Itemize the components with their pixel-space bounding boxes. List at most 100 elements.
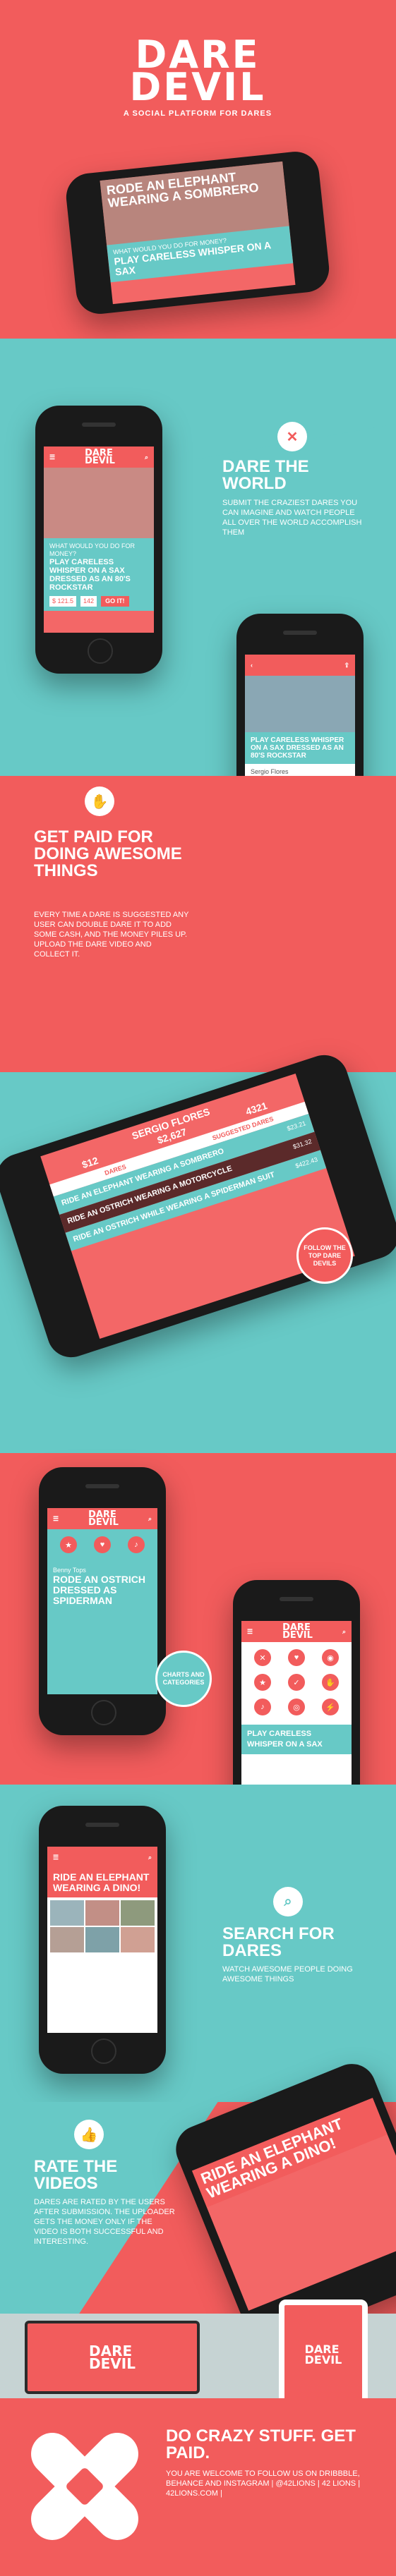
tagline: A SOCIAL PLATFORM FOR DARES	[123, 109, 272, 118]
phone-d-dare: PLAY CARELESS WHISPER ON A SAX	[247, 1730, 323, 1749]
bandage-logo	[21, 2405, 148, 2568]
stat-1: $12	[80, 1154, 100, 1171]
speaker	[280, 1597, 313, 1601]
phone-a: ☰ DARE DEVIL ⌕ WHAT WOULD YOU DO FOR MONE…	[35, 406, 162, 674]
go-it-button[interactable]: GO IT!	[101, 596, 129, 607]
category-item[interactable]: ♪	[248, 1699, 277, 1718]
search-icon[interactable]: ⌕	[145, 454, 148, 461]
category-grid: ✕ ♥ ◉ ★ ✓ ✋ ♪ ◎ ⚡	[241, 1642, 352, 1725]
category-item[interactable]: ✋	[316, 1674, 344, 1693]
heart-icon: ♥	[288, 1649, 305, 1666]
phone-a-dare: PLAY CARELESS WHISPER ON A SAX DRESSED A…	[49, 558, 131, 592]
charts-badge: CHARTS AND CATEGORIES	[155, 1651, 212, 1707]
phone-e-dare: RIDE AN ELEPHANT WEARING A DINO!	[53, 1871, 150, 1893]
category-item[interactable]: ⚡	[316, 1699, 344, 1718]
feature-paid-title: GET PAID FOR DOING AWESOME THINGS	[34, 827, 182, 880]
phone-c-logo: DARE DEVIL	[88, 1509, 119, 1528]
category-item[interactable]: ♪	[122, 1536, 150, 1555]
presentation-page: DARE DEVIL A SOCIAL PLATFORM FOR DARES R…	[0, 0, 396, 2576]
tilt-dare: RIDE AN ELEPHANT WEARING A DINO!	[198, 2114, 345, 2202]
category-item[interactable]: ◉	[316, 1649, 344, 1668]
category-grid: ★ ♥ ♪	[47, 1529, 157, 1562]
phone-c-feature[interactable]: Benny Tops RODE AN OSTRICH DRESSED AS SP…	[47, 1562, 157, 1610]
globe-icon: ◎	[288, 1699, 305, 1715]
home-button	[91, 2039, 116, 2064]
closing-body: YOU ARE WELCOME TO FOLLOW US ON DRIBBBLE…	[166, 2469, 361, 2498]
category-item[interactable]: ◎	[282, 1699, 311, 1718]
phone-c-screen: ☰ DARE DEVIL ⌕ ★ ♥ ♪ Benny Tops RODE AN O…	[47, 1508, 157, 1694]
row-amount: $23.21	[286, 1119, 307, 1133]
video-thumb[interactable]	[85, 1927, 119, 1952]
video-thumb[interactable]	[85, 1900, 119, 1926]
phone-a-dare-card[interactable]: WHAT WOULD YOU DO FOR MONEY? PLAY CARELE…	[44, 538, 154, 611]
phone-d-dare-card[interactable]: PLAY CARELESS WHISPER ON A SAX	[241, 1725, 352, 1754]
category-item[interactable]: ✕	[248, 1649, 277, 1668]
category-item[interactable]: ★	[248, 1674, 277, 1693]
hand-icon: ✋	[85, 786, 114, 816]
phone-c: ☰ DARE DEVIL ⌕ ★ ♥ ♪ Benny Tops RODE AN O…	[39, 1467, 166, 1735]
phone-b-dare-card: PLAY CARELESS WHISPER ON A SAX DRESSED A…	[245, 732, 355, 764]
tablet-logo: DARE DEVIL	[304, 2343, 342, 2367]
phone-e: ☰ ⌕ RIDE AN ELEPHANT WEARING A DINO!	[39, 1806, 166, 2074]
star-icon: ★	[254, 1674, 271, 1691]
music-icon: ♪	[128, 1536, 145, 1553]
category-item[interactable]: ✓	[282, 1674, 311, 1693]
follow-badge: FOLLOW THE TOP DARE DEVILS	[296, 1227, 353, 1284]
search-icon[interactable]: ⌕	[148, 1515, 152, 1523]
closing-title: DO CRAZY STUFF. GET PAID.	[166, 2426, 356, 2462]
menu-icon[interactable]: ☰	[53, 1854, 59, 1861]
search-icon[interactable]: ⌕	[148, 1854, 152, 1861]
logo-line-2: DEVIL	[129, 65, 266, 109]
user-name: Sergio Flores	[251, 768, 289, 775]
hero-phone: RODE AN ELEPHANT WEARING A SOMBRERO WHAT…	[64, 149, 332, 317]
phone-a-amount: $ 121.5	[49, 596, 77, 607]
phone-a-logo: DARE DEVIL	[85, 448, 115, 466]
phone-a-video[interactable]	[44, 468, 154, 538]
row-amount: $31.32	[292, 1137, 313, 1150]
phone-d-topbar: ☰ DARE DEVIL ⌕	[241, 1621, 352, 1642]
back-icon[interactable]: ‹	[251, 662, 253, 669]
hand-icon: ✋	[322, 1674, 339, 1691]
phone-b-video[interactable]	[245, 676, 355, 732]
video-grid	[47, 1897, 157, 1955]
category-item[interactable]: ♥	[282, 1649, 311, 1668]
share-icon[interactable]: ⇪	[344, 662, 349, 669]
menu-icon[interactable]: ☰	[247, 1628, 253, 1636]
feature-dare-title: DARE THE WORLD	[222, 457, 309, 493]
phone-e-feature[interactable]: RIDE AN ELEPHANT WEARING A DINO!	[47, 1868, 157, 1897]
brand-logo: DARE DEVIL A SOCIAL PLATFORM FOR DARES	[99, 36, 296, 119]
star-icon: ★	[60, 1536, 77, 1553]
feature-search-title: SEARCH FOR DARES	[222, 1924, 335, 1960]
video-thumb[interactable]	[121, 1900, 155, 1926]
menu-icon[interactable]: ☰	[53, 1515, 59, 1523]
feature-search-body: WATCH AWESOME PEOPLE DOING AWESOME THING…	[222, 1965, 353, 1983]
phone-c-dare: RODE AN OSTRICH DRESSED AS SPIDERMAN	[53, 1574, 145, 1606]
tablet-mockup: DARE DEVIL	[279, 2299, 368, 2410]
tilt-feature[interactable]: RIDE AN ELEPHANT WEARING A DINO!	[191, 2098, 388, 2208]
phone-a-screen: ☰ DARE DEVIL ⌕ WHAT WOULD YOU DO FOR MONE…	[44, 446, 154, 633]
home-button	[91, 1700, 116, 1725]
phone-d-screen: ☰ DARE DEVIL ⌕ ✕ ♥ ◉ ★ ✓ ✋ ♪ ◎ ⚡ PLAY CAR…	[241, 1621, 352, 1807]
phone-b-dare: PLAY CARELESS WHISPER ON A SAX DRESSED A…	[251, 736, 344, 760]
laptop-mockup: DARE DEVIL	[25, 2321, 200, 2394]
category-item[interactable]: ★	[54, 1536, 83, 1555]
phone-a-topbar: ☰ DARE DEVIL ⌕	[44, 446, 154, 468]
speaker	[283, 631, 317, 635]
feature-dare-body: SUBMIT THE CRAZIEST DARES YOU CAN IMAGIN…	[222, 499, 362, 537]
search-icon[interactable]: ⌕	[342, 1628, 346, 1636]
speaker	[85, 1823, 119, 1827]
lips-icon: ◉	[322, 1649, 339, 1666]
phone-c-topbar: ☰ DARE DEVIL ⌕	[47, 1508, 157, 1529]
cross-icon: ✕	[254, 1649, 271, 1666]
video-thumb[interactable]	[50, 1900, 84, 1926]
phone-a-prompt: WHAT WOULD YOU DO FOR MONEY?	[49, 542, 136, 557]
video-thumb[interactable]	[121, 1927, 155, 1952]
menu-icon[interactable]: ☰	[49, 454, 55, 461]
phone-b-topbar: ‹ ⇪	[245, 655, 355, 676]
category-item[interactable]: ♥	[88, 1536, 116, 1555]
feature-paid-body: EVERY TIME A DARE IS SUGGESTED ANY USER …	[34, 911, 189, 959]
phone-a-count: 142	[80, 596, 97, 607]
feature-rate-body: DARES ARE RATED BY THE USERS AFTER SUBMI…	[34, 2198, 175, 2246]
video-thumb[interactable]	[50, 1927, 84, 1952]
phone-e-screen: ☰ ⌕ RIDE AN ELEPHANT WEARING A DINO!	[47, 1847, 157, 2033]
